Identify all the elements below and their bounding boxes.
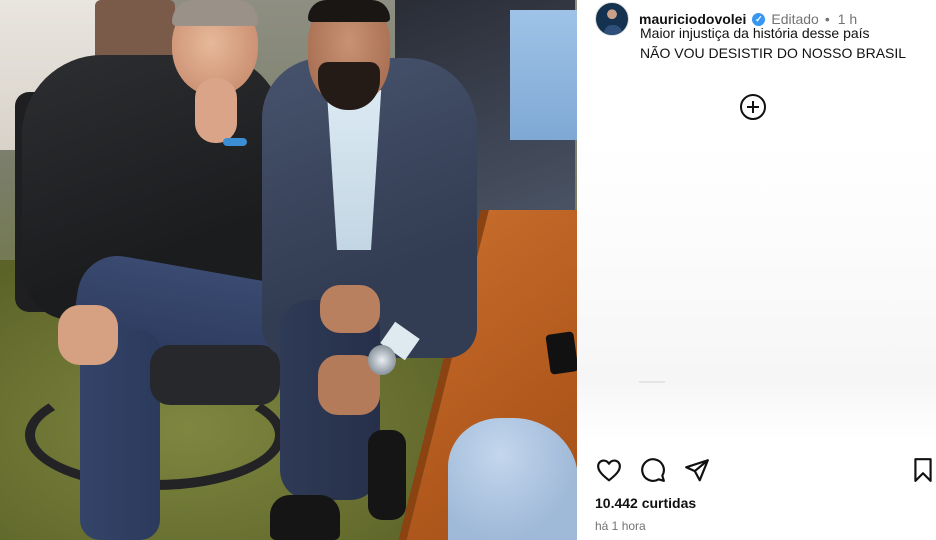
post-age: há 1 hora [595, 519, 646, 533]
photo-phone [545, 331, 577, 375]
post-sidebar: mauriciodovolei ✓ Editado • 1 h Maior in… [577, 0, 936, 540]
likes-count[interactable]: 10.442 curtidas [595, 495, 696, 511]
plus-circle-icon[interactable] [740, 94, 766, 120]
post-caption: Maior injustiça da história desse país N… [640, 23, 906, 63]
comments-divider [639, 381, 665, 383]
photo-wristband [223, 138, 247, 146]
photo-person-left-hand [58, 305, 118, 365]
photo-person-right-hair [308, 0, 390, 22]
photo-person-left-hair [172, 0, 258, 26]
photo-watch [368, 345, 396, 375]
caption-line-1: Maior injustiça da história desse país [640, 25, 870, 41]
comments-area [577, 140, 936, 440]
photo-shoe [270, 495, 340, 540]
photo-person-right-hand [320, 285, 380, 333]
avatar[interactable] [595, 2, 629, 36]
caption-line-2: NÃO VOU DESISTIR DO NOSSO BRASIL [640, 45, 907, 61]
post-photo[interactable] [0, 0, 577, 540]
photo-background-shirt [510, 10, 577, 140]
comment-bubble-icon[interactable] [639, 456, 667, 484]
photo-chair-seat [150, 345, 280, 405]
photo-person-left-chin-hand [195, 78, 237, 143]
heart-icon[interactable] [595, 456, 623, 484]
send-icon[interactable] [683, 456, 711, 484]
photo-shoe-2 [368, 430, 406, 520]
photo-light-blue-cloth [448, 418, 577, 540]
bookmark-icon[interactable] [909, 456, 936, 484]
post-actions [595, 456, 935, 488]
